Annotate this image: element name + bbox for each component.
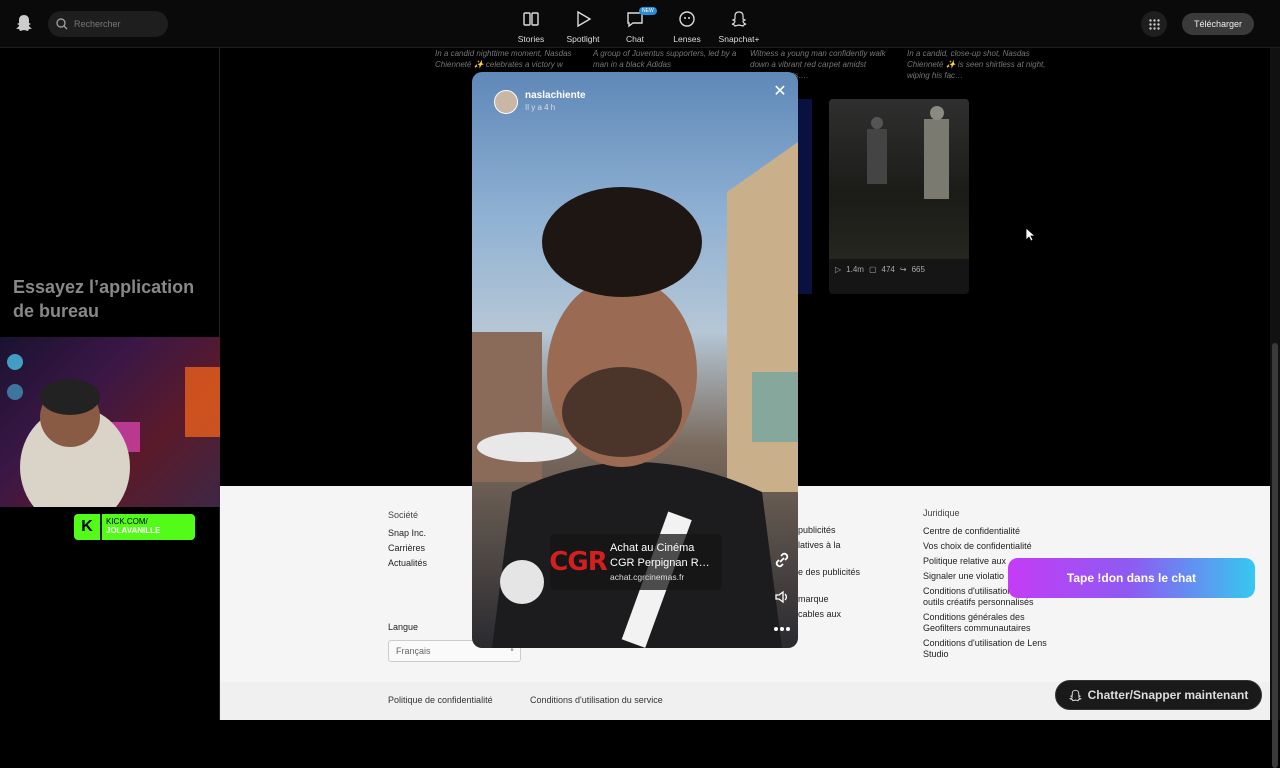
story-caption[interactable]: In a candid nighttime moment, Nasdas Chi…: [435, 48, 580, 70]
footer-link[interactable]: Conditions générales des Geofilters comm…: [923, 612, 1048, 634]
footer-link[interactable]: publicités: [798, 523, 860, 538]
nav-chat-label: Chat: [626, 34, 644, 44]
user-avatar[interactable]: [494, 90, 518, 114]
footer-link[interactable]: Vos choix de confidentialité: [923, 541, 1048, 552]
shares-count: 665: [911, 265, 925, 274]
mouse-cursor-icon: [1025, 227, 1035, 242]
donation-prompt: Tape !don dans le chat: [1008, 558, 1255, 598]
stories-icon: [523, 12, 539, 26]
comments-count: 474: [881, 265, 895, 274]
story-thumbnail: [829, 99, 969, 267]
terms-link[interactable]: Conditions d'utilisation du service: [530, 695, 663, 705]
kick-channel-badge: K KICK.COM/ JOLAVANILLE: [74, 514, 195, 540]
language-label: Langue: [388, 622, 419, 632]
kick-channel-name: JOLAVANILLE: [106, 526, 161, 535]
footer-middle: publicités latives à la e des publicités…: [798, 523, 860, 622]
footer-link[interactable]: cables aux: [798, 607, 860, 622]
grid-icon: [1148, 18, 1160, 30]
ad-url: achat.cgrcinemas.fr: [610, 572, 685, 582]
story-username[interactable]: naslachiente: [525, 90, 586, 101]
footer-link[interactable]: marque: [798, 592, 860, 607]
kick-url: KICK.COM/: [106, 517, 148, 526]
search-placeholder: Rechercher: [74, 19, 121, 29]
nav-snapchat-plus-label: Snapchat+: [718, 34, 760, 44]
footer-link[interactable]: Snap Inc.: [388, 526, 427, 541]
nav-spotlight[interactable]: Spotlight: [557, 8, 609, 44]
search-bar[interactable]: Rechercher: [48, 11, 168, 37]
top-bar: Rechercher Stories Spotlight NEW Chat Le…: [0, 0, 1280, 48]
story-stats: ▷ 1.4m ▢ 474 ↪ 665: [829, 259, 969, 280]
shares-icon: ↪: [899, 265, 907, 274]
story-viewer[interactable]: naslachiente Il y a 4 h ✕ CGR Achat au C…: [472, 72, 798, 648]
footer-link[interactable]: Conditions d'utilisation de Lens Studio: [923, 638, 1048, 660]
footer-societe: Société Snap Inc. Carrières Actualités: [388, 508, 427, 571]
ad-logo: CGR: [549, 547, 607, 577]
privacy-policy-link[interactable]: Politique de confidentialité: [388, 695, 493, 705]
nav-lenses[interactable]: Lenses: [661, 8, 713, 44]
comments-icon: ▢: [868, 265, 877, 274]
volume-icon[interactable]: [772, 587, 792, 607]
search-icon: [56, 18, 68, 30]
views-count: 1.4m: [846, 265, 864, 274]
nav-stories-label: Stories: [517, 34, 545, 44]
footer-link[interactable]: latives à la: [798, 538, 860, 553]
apps-grid-button[interactable]: [1141, 11, 1167, 37]
footer-link[interactable]: e des publicités: [798, 565, 860, 580]
footer-link[interactable]: Actualités: [388, 556, 427, 571]
footer-link[interactable]: Centre de confidentialité: [923, 526, 1048, 537]
download-button[interactable]: Télécharger: [1182, 13, 1254, 35]
story-time: Il y a 4 h: [525, 103, 556, 112]
story-caption[interactable]: A group of Juventus supporters, led by a…: [593, 48, 738, 70]
new-badge: NEW: [639, 7, 657, 15]
footer-link[interactable]: Carrières: [388, 541, 427, 556]
nav-spotlight-label: Spotlight: [566, 34, 600, 44]
ad-attachment[interactable]: CGR Achat au Cinéma CGR Perpignan R… ach…: [549, 534, 722, 590]
story-card[interactable]: ▷ 1.4m ▢ 474 ↪ 665: [829, 99, 969, 294]
close-icon[interactable]: ✕: [770, 82, 790, 102]
play-icon: [577, 10, 592, 28]
desktop-app-promo-title: Essayez l’application de bureau: [13, 277, 195, 321]
ad-title: Achat au Cinéma CGR Perpignan R…: [610, 542, 710, 569]
chat-now-label: Chatter/Snapper maintenant: [1087, 688, 1249, 702]
kick-logo-icon: K: [74, 514, 100, 540]
story-card-partial[interactable]: [797, 99, 812, 294]
nav-stories[interactable]: Stories: [505, 8, 557, 44]
snapchat-ghost-icon[interactable]: [14, 13, 34, 33]
chat-now-button[interactable]: Chatter/Snapper maintenant: [1055, 680, 1262, 710]
ghost-icon: [1068, 689, 1082, 701]
page-scrollbar[interactable]: [1270, 48, 1280, 768]
views-icon: ▷: [835, 265, 842, 274]
more-options-icon[interactable]: [772, 619, 792, 639]
story-caption[interactable]: In a candid, close-up shot, Nasdas Chien…: [907, 48, 1052, 81]
link-icon[interactable]: [772, 550, 792, 570]
footer-heading: Juridique: [923, 508, 960, 518]
language-value: Français: [396, 646, 431, 656]
scrollbar-thumb[interactable]: [1272, 343, 1278, 768]
snapchat-plus-icon: [731, 11, 747, 27]
footer-heading: Société: [388, 510, 419, 520]
lenses-icon: [679, 11, 695, 27]
nav-chat[interactable]: NEW Chat: [609, 7, 661, 44]
nav-snapchat-plus[interactable]: Snapchat+: [713, 8, 765, 44]
main-nav: Stories Spotlight NEW Chat Lenses Snapch…: [505, 7, 765, 44]
nav-lenses-label: Lenses: [673, 34, 701, 44]
